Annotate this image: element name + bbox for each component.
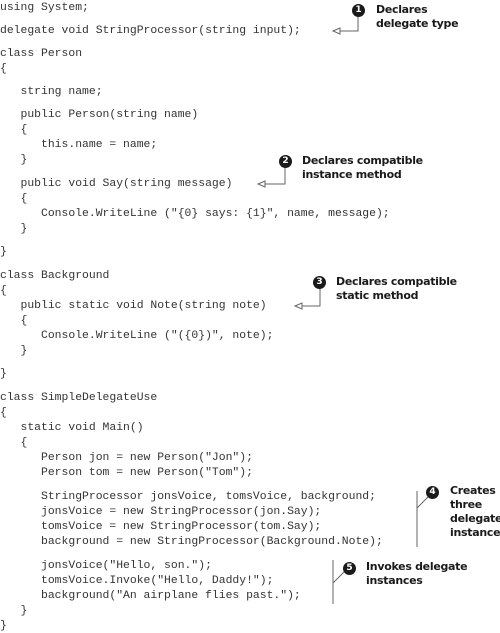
annotation-connectors bbox=[256, 16, 430, 604]
annotation-3-line1: Declares compatible bbox=[336, 275, 457, 288]
annotation-4-line4: instances bbox=[450, 526, 500, 539]
annotation-marker-1: 1 bbox=[352, 4, 365, 17]
connector-1 bbox=[340, 16, 359, 32]
connector-3 bbox=[302, 288, 321, 307]
arrowhead-2 bbox=[256, 180, 266, 188]
annotation-5-line2: instances bbox=[366, 574, 423, 587]
annotation-4-line2: three bbox=[450, 498, 482, 511]
annotation-marker-4: 4 bbox=[426, 486, 439, 499]
annotation-4-line3: delegate bbox=[450, 512, 500, 525]
annotation-text-1: Declares delegate type bbox=[376, 3, 459, 31]
annotation-4-line1: Creates bbox=[450, 484, 496, 497]
annotation-marker-3: 3 bbox=[313, 276, 326, 289]
annotation-marker-5: 5 bbox=[343, 562, 356, 575]
annotation-3-line2: static method bbox=[336, 289, 419, 302]
annotation-1-line1: Declares bbox=[376, 3, 428, 16]
arrowhead-1 bbox=[331, 27, 341, 35]
annotation-2-line1: Declares compatible bbox=[302, 154, 423, 167]
annotation-5-line1: Invokes delegate bbox=[366, 560, 468, 573]
connector-4 bbox=[416, 495, 430, 509]
connector-2 bbox=[265, 166, 286, 185]
annotation-text-4: Creates three delegate instances bbox=[450, 484, 500, 540]
annotation-2-line2: instance method bbox=[302, 168, 402, 181]
annotation-text-3: Declares compatible static method bbox=[336, 275, 457, 303]
annotation-1-line2: delegate type bbox=[376, 17, 459, 30]
annotation-marker-2: 2 bbox=[279, 155, 292, 168]
annotation-text-2: Declares compatible instance method bbox=[302, 154, 423, 182]
arrowhead-3 bbox=[293, 302, 303, 310]
annotation-text-5: Invokes delegate instances bbox=[366, 560, 468, 588]
